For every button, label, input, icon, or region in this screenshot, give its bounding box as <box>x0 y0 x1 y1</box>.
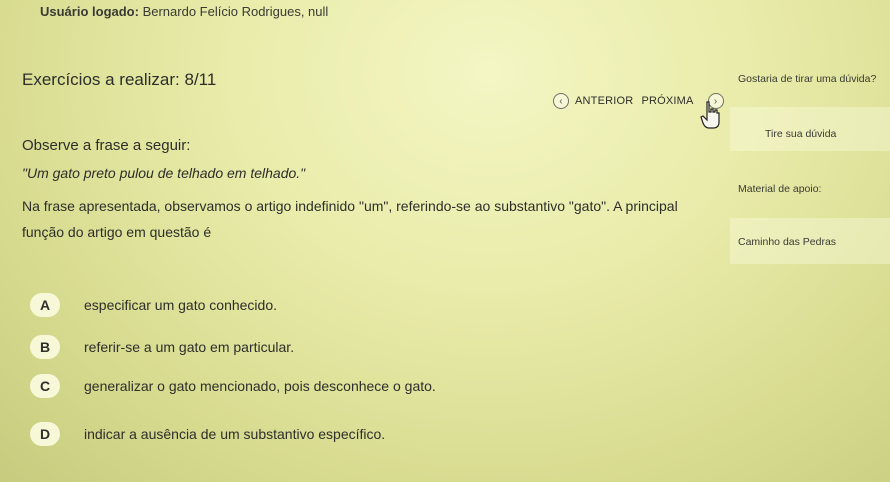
option-text[interactable]: referir-se a um gato em particular. <box>84 339 294 355</box>
logged-user-name: Bernardo Felício Rodrigues, null <box>142 4 329 19</box>
support-material-label: Material de apoio: <box>738 183 822 195</box>
help-question-label: Gostaria de tirar uma dúvida? <box>738 73 877 85</box>
option-letter[interactable]: C <box>30 374 60 398</box>
option-d[interactable]: D indicar a ausência de um substantivo e… <box>30 422 385 446</box>
option-a[interactable]: A especificar um gato conhecido. <box>30 293 277 317</box>
option-c[interactable]: C generalizar o gato mencionado, pois de… <box>30 374 436 398</box>
question-quote: "Um gato preto pulou de telhado em telha… <box>22 165 306 181</box>
option-text[interactable]: generalizar o gato mencionado, pois desc… <box>84 378 436 394</box>
prev-button[interactable]: ANTERIOR <box>575 95 633 107</box>
logged-user-label: Usuário logado: <box>40 4 139 19</box>
option-letter[interactable]: A <box>30 293 60 317</box>
ask-question-link[interactable]: Tire sua dúvida <box>765 128 890 140</box>
option-text[interactable]: indicar a ausência de um substantivo esp… <box>84 426 385 442</box>
option-letter[interactable]: B <box>30 335 60 359</box>
question-statement: Na frase apresentada, observamos o artig… <box>22 198 678 240</box>
logged-user: Usuário logado: Bernardo Felício Rodrigu… <box>40 4 328 19</box>
exercise-counter: Exercícios a realizar: 8/11 <box>22 70 217 89</box>
hand-cursor-icon <box>700 101 720 129</box>
option-b[interactable]: B referir-se a um gato em particular. <box>30 335 294 359</box>
next-button[interactable]: PRÓXIMA <box>641 95 693 107</box>
prev-arrow-icon[interactable]: ‹ <box>553 93 569 109</box>
question-navigation: ‹ ANTERIOR PRÓXIMA › <box>553 93 724 109</box>
support-material-link[interactable]: Caminho das Pedras <box>738 236 888 248</box>
option-text[interactable]: especificar um gato conhecido. <box>84 297 277 313</box>
question-prompt: Observe a frase a seguir: <box>22 137 191 154</box>
option-letter[interactable]: D <box>30 422 60 446</box>
